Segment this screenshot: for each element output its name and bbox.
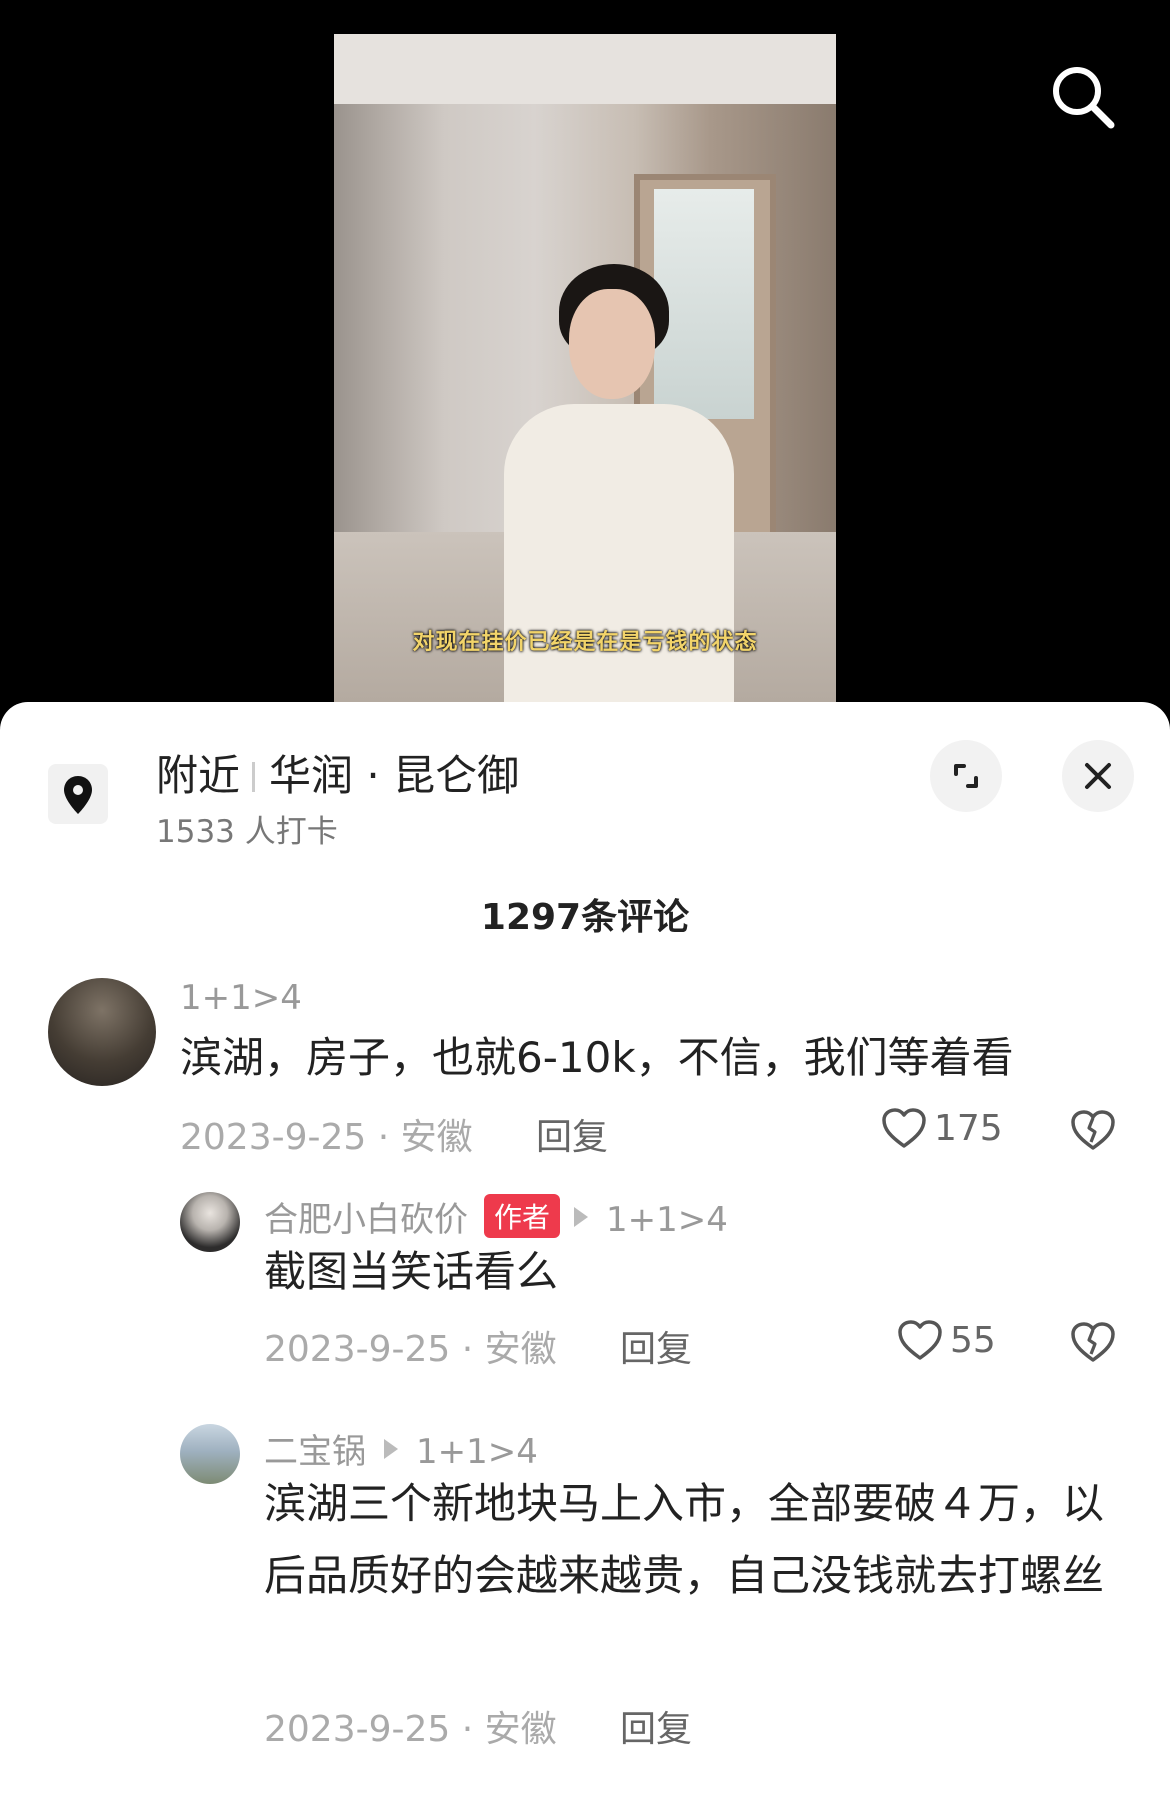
video-ceiling [334, 34, 836, 104]
comments-count: 1297条评论 [480, 897, 690, 938]
avatar[interactable] [48, 978, 156, 1086]
location-pin-icon[interactable] [48, 764, 108, 824]
broken-heart-icon [1071, 1110, 1115, 1150]
presenter-face [569, 289, 655, 399]
comment-text: 滨湖，房子，也就6-10k，不信，我们等着看 [180, 1033, 1014, 1082]
reply-button[interactable]: 回复 [620, 1700, 692, 1752]
reply-arrow-icon [384, 1439, 398, 1459]
like-count: 175 [934, 1108, 1003, 1149]
presenter-body [504, 404, 734, 702]
video-frame[interactable]: 对现在挂价已经是在是亏钱的状态 [334, 34, 836, 702]
expand-button[interactable] [930, 740, 1002, 812]
close-button[interactable] [1062, 740, 1134, 812]
comment-meta: 2023-9-25 · 安徽 [264, 1709, 557, 1750]
heart-icon [882, 1108, 926, 1148]
comment-text: 滨湖三个新地块马上入市，全部要破４万，以后品质好的会越来越贵，自己没钱就去打螺丝 [264, 1479, 1105, 1600]
comment-username-line: 合肥小白砍价 作者 1+1>4 [264, 1192, 728, 1241]
reply-arrow-icon [574, 1207, 589, 1227]
location-divider [252, 762, 256, 792]
location-name: 华润 · 昆仑御 [269, 751, 520, 800]
comment-meta: 2023-9-25 · 安徽 [264, 1329, 557, 1370]
broken-heart-icon [1071, 1322, 1115, 1362]
location-prefix: 附近 [156, 751, 241, 800]
comment-username[interactable]: 1+1>4 [180, 978, 302, 1018]
like-button[interactable]: 55 [896, 1318, 996, 1362]
reply-to-username[interactable]: 1+1>4 [606, 1200, 728, 1240]
video-area[interactable]: 对现在挂价已经是在是亏钱的状态 [0, 0, 1170, 720]
comment-username-line: 二宝锅 1+1>4 [264, 1424, 538, 1473]
comment-meta: 2023-9-25 · 安徽 [180, 1117, 473, 1158]
comment-username[interactable]: 二宝锅 [264, 1432, 366, 1472]
heart-icon [898, 1320, 942, 1360]
reply-to-username[interactable]: 1+1>4 [416, 1432, 538, 1472]
dislike-button[interactable] [1068, 1320, 1118, 1368]
dislike-button[interactable] [1068, 1108, 1118, 1156]
comments-sheet: 附近 华润 · 昆仑御 1533 人打卡 1297条评论 1+1>4 滨湖，房子，… [0, 702, 1170, 1798]
author-badge: 作者 [484, 1194, 561, 1238]
location-checkins: 1533 人打卡 [156, 814, 338, 850]
comment-username[interactable]: 合肥小白砍价 [264, 1200, 468, 1240]
like-button[interactable]: 175 [880, 1106, 1003, 1150]
reply-button[interactable]: 回复 [536, 1108, 608, 1160]
avatar[interactable] [180, 1424, 240, 1484]
location-title[interactable]: 附近 华润 · 昆仑御 [156, 742, 519, 803]
search-icon[interactable] [1048, 62, 1118, 132]
like-count: 55 [950, 1320, 996, 1361]
reply-button[interactable]: 回复 [620, 1320, 692, 1372]
comment-text: 截图当笑话看么 [264, 1247, 559, 1296]
close-icon [1085, 763, 1111, 789]
expand-icon [954, 764, 978, 788]
avatar[interactable] [180, 1192, 240, 1252]
video-caption: 对现在挂价已经是在是亏钱的状态 [412, 630, 758, 655]
